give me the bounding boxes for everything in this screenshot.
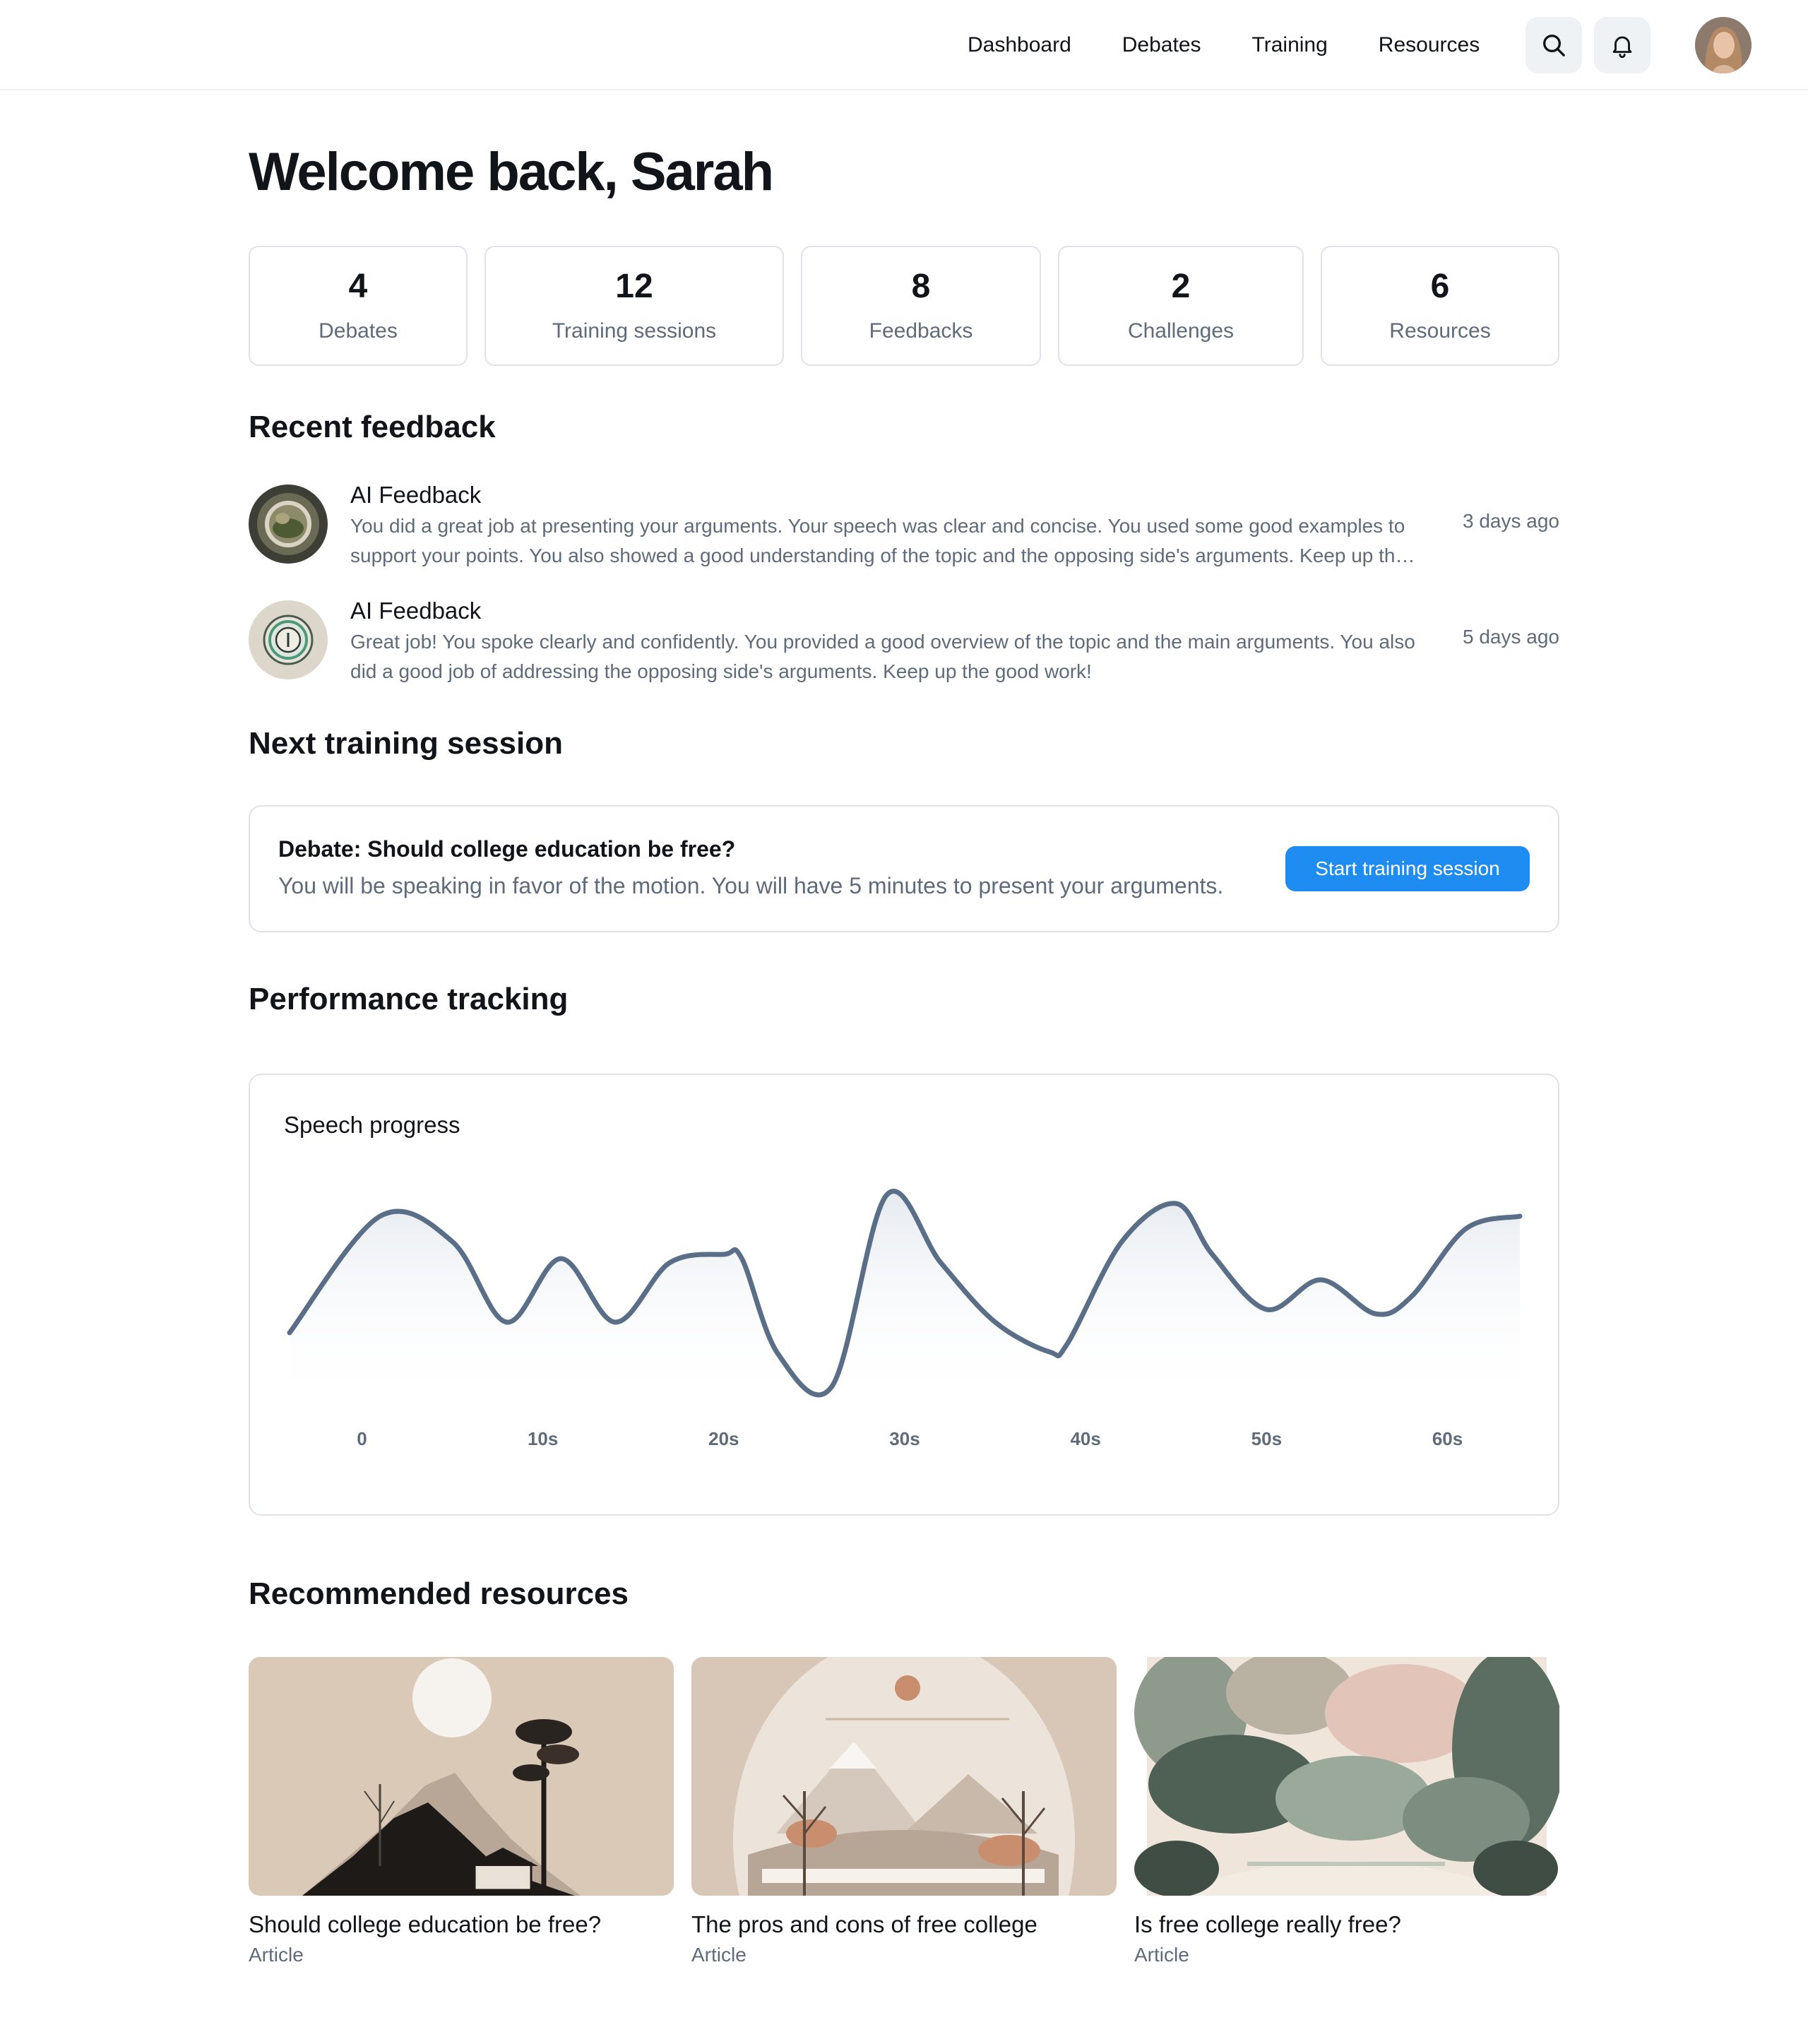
stat-value: 2 — [1171, 268, 1191, 305]
search-icon — [1543, 35, 1565, 57]
start-training-session-button[interactable]: Start training session — [1285, 846, 1530, 891]
feedback-timestamp: 3 days ago — [1463, 510, 1559, 532]
session-topic: Debate: Should college education be free… — [278, 836, 736, 862]
stat-training-sessions[interactable]: 12 Training sessions — [484, 246, 784, 366]
recent-feedback-title: Recent feedback — [249, 410, 496, 444]
user-avatar-image — [1695, 17, 1752, 73]
stat-debates[interactable]: 4 Debates — [249, 246, 468, 366]
nav-resources[interactable]: Resources — [1379, 33, 1480, 57]
performance-title: Performance tracking — [249, 982, 569, 1016]
top-header: Dashboard Debates Training Resources — [0, 0, 1808, 90]
feedback-timestamp: 5 days ago — [1463, 626, 1559, 648]
feedback-author: AI Feedback — [350, 598, 482, 624]
feedback-avatar — [249, 600, 328, 679]
resource-thumbnail — [1134, 1657, 1559, 1896]
x-tick-label: 40s — [1070, 1428, 1100, 1449]
x-tick-label: 30s — [889, 1428, 920, 1449]
stat-challenges[interactable]: 2 Challenges — [1058, 246, 1304, 366]
stat-resources[interactable]: 6 Resources — [1321, 246, 1559, 366]
feedback-text-line: support your points. You also showed a g… — [350, 545, 1415, 566]
stat-label: Feedbacks — [869, 319, 973, 343]
resource-title[interactable]: Should college education be free? — [249, 1911, 674, 1938]
resource-card[interactable]: Should college education be free? Articl… — [249, 1657, 674, 1966]
resource-thumbnail — [249, 1657, 674, 1896]
stat-value: 8 — [911, 268, 931, 305]
resource-title[interactable]: The pros and cons of free college — [691, 1911, 1117, 1938]
search-button[interactable] — [1526, 17, 1582, 73]
chart-area-fill — [290, 1191, 1520, 1407]
resource-type: Article — [249, 1944, 304, 1966]
x-tick-label: 20s — [708, 1428, 739, 1449]
x-tick-label: 50s — [1251, 1428, 1282, 1449]
nav-debates[interactable]: Debates — [1122, 33, 1201, 57]
stat-value: 12 — [615, 268, 653, 305]
session-description: You will be speaking in favor of the mot… — [278, 873, 1224, 898]
stat-label: Training sessions — [552, 319, 717, 343]
feedback-item[interactable]: AI Feedback You did a great job at prese… — [249, 482, 1559, 566]
resource-title[interactable]: Is free college really free? — [1134, 1911, 1559, 1938]
resource-card[interactable]: Is free college really free? Article — [1134, 1657, 1559, 1966]
stat-label: Challenges — [1127, 319, 1235, 343]
resource-type: Article — [691, 1944, 747, 1966]
feedback-avatar — [249, 485, 328, 564]
nav-training[interactable]: Training — [1252, 33, 1328, 57]
stat-label: Debates — [319, 319, 398, 343]
x-tick-label: 10s — [528, 1428, 558, 1449]
speech-progress-card: Speech progress 0 10s 20s 30s 40s 50s 60s — [249, 1074, 1559, 1516]
recommended-resources-title: Recommended resources — [249, 1576, 629, 1611]
stat-value: 6 — [1430, 268, 1450, 305]
next-session-title: Next training session — [249, 726, 564, 761]
stat-label: Resources — [1389, 319, 1491, 343]
feedback-item[interactable]: AI Feedback Great job! You spoke clearly… — [249, 598, 1559, 682]
bell-icon — [1612, 36, 1632, 58]
feedback-text-line: did a good job of addressing the opposin… — [350, 660, 1092, 682]
nav-dashboard[interactable]: Dashboard — [968, 33, 1071, 57]
next-session-card: Debate: Should college education be free… — [249, 805, 1559, 932]
resource-type: Article — [1134, 1944, 1189, 1966]
x-tick-label: 0 — [357, 1428, 367, 1449]
feedback-author: AI Feedback — [350, 482, 482, 508]
x-tick-label: 60s — [1432, 1428, 1463, 1449]
user-avatar[interactable] — [1695, 17, 1752, 73]
speech-progress-chart: 0 10s 20s 30s 40s 50s 60s — [287, 1189, 1523, 1449]
stat-feedbacks[interactable]: 8 Feedbacks — [801, 246, 1041, 366]
notifications-button[interactable] — [1594, 17, 1651, 73]
page-title: Welcome back, Sarah — [249, 142, 774, 202]
resource-thumbnail — [691, 1657, 1117, 1896]
resource-card[interactable]: The pros and cons of free college Articl… — [691, 1657, 1117, 1966]
main-nav: Dashboard Debates Training Resources — [968, 0, 1530, 90]
stat-value: 4 — [348, 268, 368, 305]
